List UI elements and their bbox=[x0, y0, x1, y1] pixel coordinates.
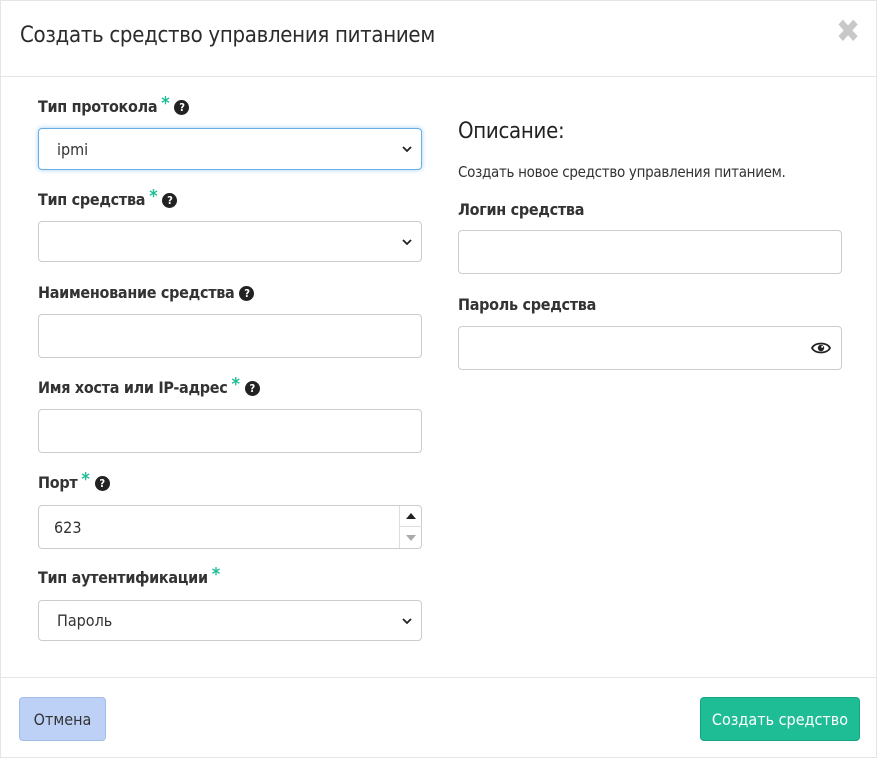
triangle-down-icon bbox=[406, 534, 416, 541]
modal-footer: Отмена Создать средство bbox=[1, 677, 877, 758]
port-number-input[interactable]: 623 bbox=[38, 505, 422, 549]
driver-type-select[interactable] bbox=[38, 221, 422, 262]
port-spinner bbox=[399, 506, 422, 548]
description-title: Описание: bbox=[458, 119, 565, 144]
port-value: 623 bbox=[54, 517, 82, 537]
login-label-text: Логин средства bbox=[458, 200, 585, 219]
required-mark: * bbox=[149, 186, 158, 207]
triangle-up-icon bbox=[406, 513, 416, 519]
required-mark: * bbox=[211, 564, 220, 585]
auth-type-label: Тип аутентификации * bbox=[38, 564, 220, 588]
port-label-text: Порт bbox=[38, 473, 78, 492]
question-circle-icon[interactable]: ? bbox=[162, 193, 178, 208]
question-circle-icon[interactable]: ? bbox=[94, 476, 110, 491]
driver-name-label-text: Наименование средства bbox=[38, 283, 235, 302]
auth-type-label-text: Тип аутентификации bbox=[38, 568, 208, 587]
driver-name-input[interactable] bbox=[38, 314, 422, 358]
protocol-label: Тип протокола * ? bbox=[38, 93, 190, 116]
host-input[interactable] bbox=[38, 409, 422, 453]
password-input[interactable] bbox=[458, 326, 842, 370]
password-label-text: Пароль средства bbox=[458, 295, 597, 314]
spin-up-button[interactable] bbox=[400, 506, 422, 527]
spin-down-button[interactable] bbox=[400, 527, 422, 548]
driver-type-label-text: Тип средства bbox=[38, 190, 146, 209]
required-mark: * bbox=[161, 93, 170, 114]
protocol-value: ipmi bbox=[57, 139, 89, 159]
question-circle-icon[interactable]: ? bbox=[174, 100, 190, 115]
auth-type-select[interactable]: Пароль bbox=[38, 600, 422, 641]
create-driver-button[interactable]: Создать средство bbox=[700, 697, 860, 741]
host-label-text: Имя хоста или IP-адрес bbox=[38, 378, 228, 397]
protocol-select[interactable]: ipmi bbox=[38, 128, 422, 170]
modal-header: Создать средство управления питанием ✖ bbox=[1, 1, 877, 77]
driver-type-label: Тип средства * ? bbox=[38, 186, 178, 209]
cancel-button[interactable]: Отмена bbox=[19, 697, 106, 741]
port-label: Порт * ? bbox=[38, 469, 110, 492]
auth-type-value: Пароль bbox=[57, 611, 113, 630]
chevron-down-icon bbox=[402, 238, 412, 245]
login-input[interactable] bbox=[458, 230, 842, 274]
driver-name-label: Наименование средства ? bbox=[38, 283, 255, 302]
login-label: Логин средства bbox=[458, 200, 584, 219]
description-text: Создать новое средство управления питани… bbox=[458, 163, 786, 181]
required-mark: * bbox=[81, 469, 90, 490]
create-power-driver-modal: Создать средство управления питанием ✖ Т… bbox=[0, 0, 877, 758]
required-mark: * bbox=[231, 374, 240, 395]
modal-title: Создать средство управления питанием bbox=[20, 23, 435, 48]
chevron-down-icon bbox=[402, 617, 412, 624]
protocol-label-text: Тип протокола bbox=[38, 97, 158, 116]
close-icon[interactable]: ✖ bbox=[836, 15, 860, 47]
host-label: Имя хоста или IP-адрес * ? bbox=[38, 374, 260, 397]
password-label: Пароль средства bbox=[458, 295, 596, 314]
question-circle-icon[interactable]: ? bbox=[244, 381, 260, 396]
eye-icon[interactable] bbox=[811, 340, 831, 356]
question-circle-icon[interactable]: ? bbox=[239, 286, 255, 301]
chevron-down-icon bbox=[402, 146, 412, 153]
